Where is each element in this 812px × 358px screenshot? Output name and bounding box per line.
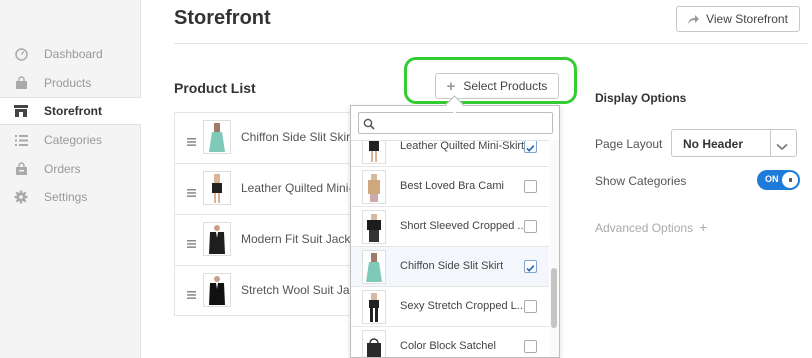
- list-item[interactable]: Modern Fit Suit Jacket: [175, 215, 371, 266]
- dropdown-item[interactable]: Best Loved Bra Cami: [351, 167, 549, 207]
- list-item[interactable]: Leather Quilted Mini-Skirt: [175, 164, 371, 215]
- dropdown-item-label: Best Loved Bra Cami: [400, 180, 504, 192]
- product-thumbnail: [362, 250, 386, 284]
- orders-bag-icon: [14, 162, 28, 176]
- view-storefront-label: View Storefront: [706, 12, 788, 26]
- header-divider: [174, 43, 808, 44]
- plus-icon: +: [699, 219, 708, 235]
- dropdown-item-label: Short Sleeved Cropped ...: [400, 220, 527, 232]
- product-name: Chiffon Side Slit Skirt: [241, 130, 351, 144]
- select-products-dropdown: Leather Quilted Mini-Skirt Best Loved Br…: [350, 105, 560, 358]
- advanced-options-label: Advanced Options: [595, 221, 694, 235]
- sidebar-item-label: Settings: [44, 190, 88, 204]
- checkbox[interactable]: [524, 340, 537, 353]
- drag-handle-icon[interactable]: [187, 133, 196, 146]
- checkbox[interactable]: [524, 220, 537, 233]
- chevron-down-icon: [776, 138, 788, 156]
- list-icon: [14, 133, 28, 147]
- sidebar-item-orders[interactable]: Orders: [0, 155, 141, 183]
- dropdown-item-label: Leather Quilted Mini-Skirt: [400, 140, 525, 152]
- list-item[interactable]: Stretch Wool Suit Jacket: [175, 266, 371, 317]
- page-layout-value: No Header: [683, 137, 744, 151]
- sidebar-item-label: Orders: [44, 162, 81, 176]
- product-list: Chiffon Side Slit Skirt Leather Quilted …: [174, 112, 371, 317]
- dropdown-item[interactable]: Chiffon Side Slit Skirt: [351, 247, 549, 287]
- page-title: Storefront: [174, 7, 271, 29]
- dashboard-icon: [14, 47, 28, 61]
- dropdown-item[interactable]: Sexy Stretch Cropped L...: [351, 287, 549, 327]
- dropdown-item[interactable]: Short Sleeved Cropped ...: [351, 207, 549, 247]
- sidebar-item-label: Products: [44, 76, 92, 90]
- view-storefront-button[interactable]: View Storefront: [676, 6, 800, 32]
- list-item[interactable]: Chiffon Side Slit Skirt: [175, 113, 371, 164]
- page-layout-label: Page Layout: [595, 137, 663, 151]
- checkbox[interactable]: [524, 300, 537, 313]
- product-list-title: Product List: [174, 80, 256, 96]
- sidebar-item-label: Storefront: [44, 104, 102, 118]
- advanced-options-link[interactable]: Advanced Options +: [595, 219, 707, 235]
- toggle-knob: [782, 172, 798, 188]
- sidebar-item-products[interactable]: Products: [0, 69, 141, 97]
- product-name: Modern Fit Suit Jacket: [241, 232, 351, 246]
- sidebar-item-storefront[interactable]: Storefront: [0, 97, 141, 125]
- sidebar-item-label: Dashboard: [44, 47, 103, 61]
- page-layout-select[interactable]: No Header: [671, 129, 797, 157]
- product-thumbnail: [203, 222, 231, 256]
- dropdown-list: Leather Quilted Mini-Skirt Best Loved Br…: [351, 140, 549, 357]
- product-thumbnail: [362, 141, 386, 164]
- product-thumbnail: [362, 210, 386, 244]
- dropdown-item-label: Color Block Satchel: [400, 340, 496, 352]
- toggle-on-label: ON: [765, 174, 779, 184]
- drag-handle-icon[interactable]: [187, 235, 196, 248]
- checkbox[interactable]: [524, 180, 537, 193]
- share-arrow-icon: [688, 14, 700, 24]
- focus-highlight-ring: [404, 57, 577, 104]
- sidebar-item-dashboard[interactable]: Dashboard: [0, 40, 141, 68]
- product-thumbnail: [203, 273, 231, 307]
- product-thumbnail: [203, 120, 231, 154]
- product-name: Leather Quilted Mini-Skirt: [241, 181, 351, 195]
- product-thumbnail: [362, 330, 386, 357]
- drag-handle-icon[interactable]: [187, 184, 196, 197]
- drag-handle-icon[interactable]: [187, 286, 196, 299]
- dropdown-item[interactable]: Color Block Satchel: [351, 327, 549, 357]
- sidebar-item-label: Categories: [44, 133, 103, 147]
- storefront-icon: [14, 104, 28, 118]
- show-categories-toggle[interactable]: ON: [757, 170, 800, 190]
- sidebar-item-settings[interactable]: Settings: [0, 183, 141, 211]
- sidebar-item-categories[interactable]: Categories: [0, 126, 141, 154]
- gear-icon: [14, 190, 28, 204]
- dropdown-scrollbar[interactable]: [550, 140, 559, 357]
- product-name: Stretch Wool Suit Jacket: [241, 283, 351, 297]
- display-options-title: Display Options: [595, 91, 687, 105]
- product-thumbnail: [362, 170, 386, 204]
- scrollbar-thumb[interactable]: [551, 268, 557, 328]
- dropdown-item[interactable]: Leather Quilted Mini-Skirt: [351, 140, 549, 167]
- show-categories-label: Show Categories: [595, 174, 687, 188]
- product-thumbnail: [203, 171, 231, 205]
- product-thumbnail: [362, 290, 386, 324]
- product-search-input[interactable]: [358, 112, 553, 134]
- sidebar: Dashboard Products Storefront Categories…: [0, 0, 141, 358]
- shopping-bag-icon: [14, 76, 28, 90]
- dropdown-item-label: Sexy Stretch Cropped L...: [400, 300, 526, 312]
- search-icon: [363, 117, 375, 135]
- dropdown-item-label: Chiffon Side Slit Skirt: [400, 260, 504, 272]
- checkbox-checked[interactable]: [524, 141, 537, 153]
- select-divider: [770, 130, 771, 156]
- checkbox-checked[interactable]: [524, 260, 537, 273]
